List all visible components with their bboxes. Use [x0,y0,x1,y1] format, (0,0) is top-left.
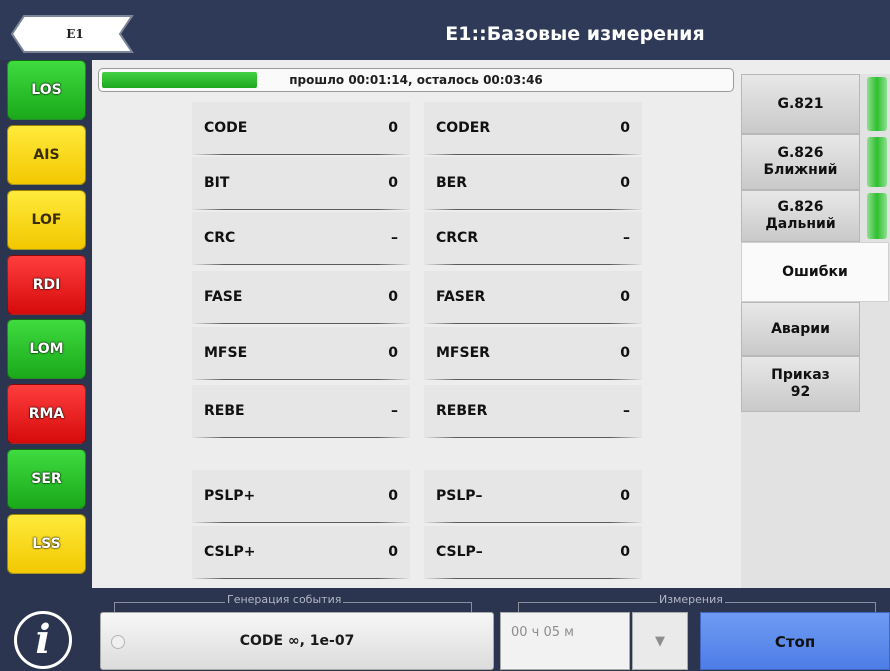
metric-value: – [623,230,630,246]
metric-mfse: MFSE 0 [192,327,410,380]
metric-value: 0 [620,120,630,136]
metric-name: CODE [204,120,248,136]
metric-name: MFSE [204,345,248,361]
metric-value: 0 [620,544,630,560]
alarm-rma[interactable]: RMA [7,384,86,444]
metric-mfser: MFSER 0 [424,327,642,380]
page-title: E1::Базовые измерения [445,23,705,45]
metric-bit: BIT 0 [192,157,410,210]
tab-errors[interactable]: Ошибки [741,242,889,302]
tab-bar: G.821 G.826 Ближний G.826 Дальний Ошибки… [741,74,890,594]
metric-name: CODER [436,120,491,136]
progress-text: прошло 00:01:14, осталось 00:03:46 [289,73,543,87]
metric-name: REBER [436,403,488,419]
stop-button[interactable]: Стоп [700,612,890,670]
metric-code: CODE 0 [192,102,410,155]
tab-label: G.821 [777,95,824,112]
tab-alarms[interactable]: Аварии [741,302,860,356]
tab-order-92[interactable]: Приказ 92 [741,356,860,412]
metric-pslp-plus: PSLP+ 0 [192,470,410,523]
metric-faser: FASER 0 [424,271,642,324]
metric-fase: FASE 0 [192,271,410,324]
tab-g826-near[interactable]: G.826 Ближний [741,134,887,190]
metric-value: 0 [388,289,398,305]
header-bar: E1 E1::Базовые измерения [0,0,890,66]
metric-value: – [391,403,398,419]
metric-value: 0 [620,345,630,361]
tab-label: Аварии [771,320,830,337]
event-gen-group-label: Генерация события [225,593,344,606]
chevron-down-icon: ▼ [655,634,665,649]
metric-value: 0 [388,488,398,504]
measurements-group-label: Измерения [657,593,725,606]
alarm-lof[interactable]: LOF [7,190,86,250]
tab-label: G.826 Ближний [763,145,838,178]
metric-value: 0 [388,175,398,191]
metric-value: 0 [388,120,398,136]
back-button[interactable]: E1 [10,14,134,54]
info-icon[interactable]: i [14,611,72,669]
metric-value: 0 [620,175,630,191]
tab-g826-far[interactable]: G.826 Дальний [741,190,887,242]
alarm-ais[interactable]: AIS [7,125,86,185]
metric-name: CRCR [436,230,479,246]
status-indicator [867,137,887,187]
alarm-ser[interactable]: SER [7,449,86,509]
status-indicator [867,193,887,239]
metric-crc: CRC – [192,212,410,265]
metric-name: FASE [204,289,243,305]
metric-reber: REBER – [424,385,642,438]
metric-ber: BER 0 [424,157,642,210]
duration-dropdown-button[interactable]: ▼ [632,612,688,670]
generate-event-label: CODE ∞, 1e-07 [239,633,355,649]
metric-name: FASER [436,289,486,305]
metric-value: 0 [388,345,398,361]
metric-rebe: REBE – [192,385,410,438]
tab-label: G.826 Дальний [765,199,836,232]
metric-name: MFSER [436,345,490,361]
bottom-controls: Генерация события Измерения CODE ∞, 1e-0… [92,588,890,671]
duration-field[interactable]: 00 ч 05 м [500,612,630,670]
metric-name: PSLP– [436,488,483,504]
metric-pslp-minus: PSLP– 0 [424,470,642,523]
back-button-label: E1 [66,27,84,41]
metric-name: PSLP+ [204,488,256,504]
metric-name: REBE [204,403,245,419]
generate-event-button[interactable]: CODE ∞, 1e-07 [100,612,494,670]
metric-name: BER [436,175,468,191]
metric-value: 0 [620,289,630,305]
duration-value: 00 ч 05 м [511,625,574,640]
metric-cslp-plus: CSLP+ 0 [192,526,410,579]
tab-g821[interactable]: G.821 [741,74,887,134]
progress-bar: прошло 00:01:14, осталось 00:03:46 [98,68,734,92]
metric-name: CSLP+ [204,544,256,560]
alarm-lom[interactable]: LOM [7,319,86,379]
metric-coder: CODER 0 [424,102,642,155]
status-indicator [867,77,887,131]
metric-value: 0 [388,544,398,560]
metric-cslp-minus: CSLP– 0 [424,526,642,579]
metric-value: – [391,230,398,246]
alarm-panel: LOS AIS LOF RDI LOM RMA SER LSS [0,60,90,600]
metric-name: CSLP– [436,544,483,560]
metric-value: 0 [620,488,630,504]
tab-label: Приказ 92 [771,367,830,400]
alarm-lss[interactable]: LSS [7,514,86,574]
metric-value: – [623,403,630,419]
metric-crcr: CRCR – [424,212,642,265]
tab-label: Ошибки [782,263,848,280]
metric-name: BIT [204,175,230,191]
alarm-rdi[interactable]: RDI [7,255,86,315]
metric-name: CRC [204,230,236,246]
alarm-los[interactable]: LOS [7,60,86,120]
